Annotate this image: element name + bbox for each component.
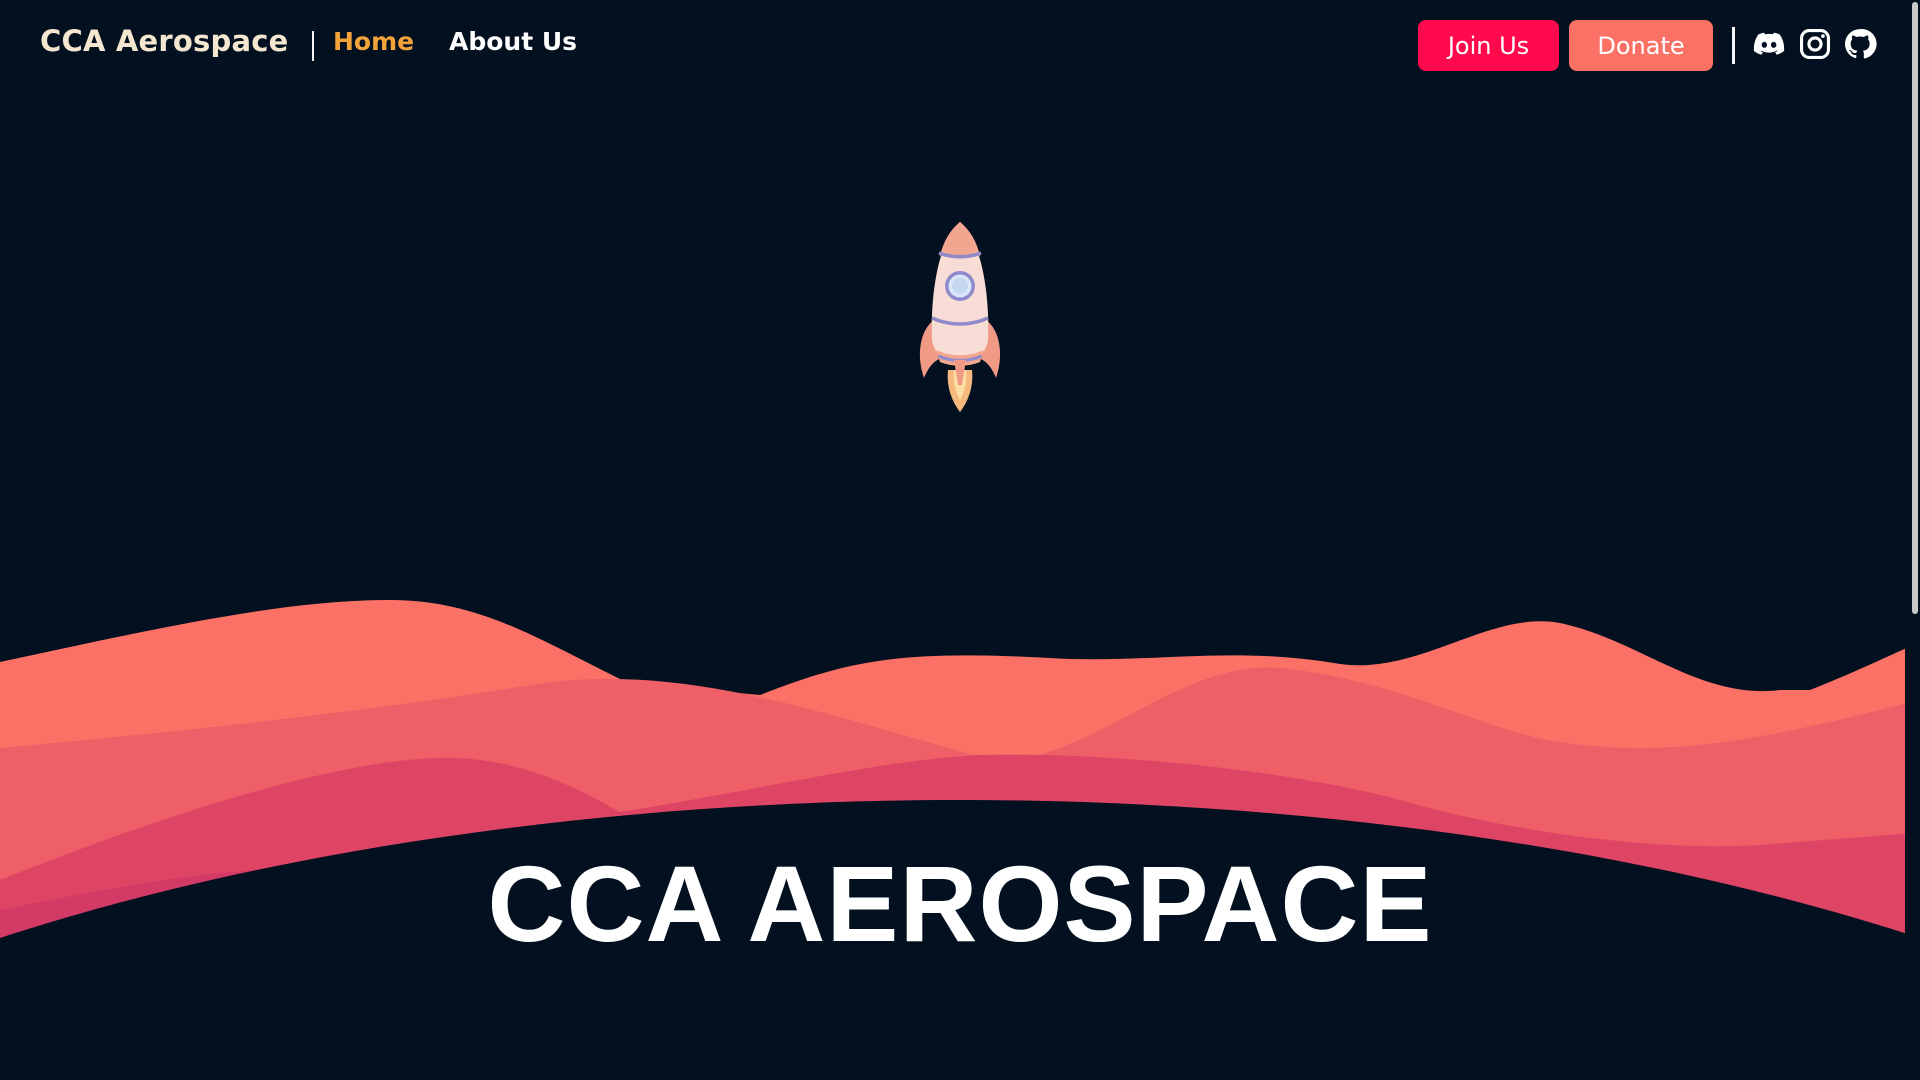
instagram-icon[interactable]: [1798, 27, 1832, 61]
github-icon[interactable]: [1843, 27, 1877, 61]
nav-link-home[interactable]: Home: [333, 27, 414, 56]
page-scrollbar[interactable]: [1905, 0, 1920, 1080]
page: CCA AEROSPACE CCA Aerospace Home About U…: [0, 0, 1920, 1080]
nav-divider: [312, 31, 314, 61]
donate-button[interactable]: Donate: [1569, 20, 1713, 71]
social-divider: [1732, 27, 1735, 64]
nav-link-about-us[interactable]: About Us: [449, 27, 577, 56]
rocket-illustration: [919, 222, 1001, 412]
scrollbar-thumb[interactable]: [1912, 2, 1918, 614]
discord-icon[interactable]: [1752, 27, 1786, 61]
join-us-button[interactable]: Join Us: [1418, 20, 1559, 71]
hero-title: CCA AEROSPACE: [487, 843, 1433, 964]
brand-logo-text[interactable]: CCA Aerospace: [40, 24, 289, 58]
top-navbar: CCA Aerospace Home About Us Join Us Dona…: [0, 0, 1900, 90]
